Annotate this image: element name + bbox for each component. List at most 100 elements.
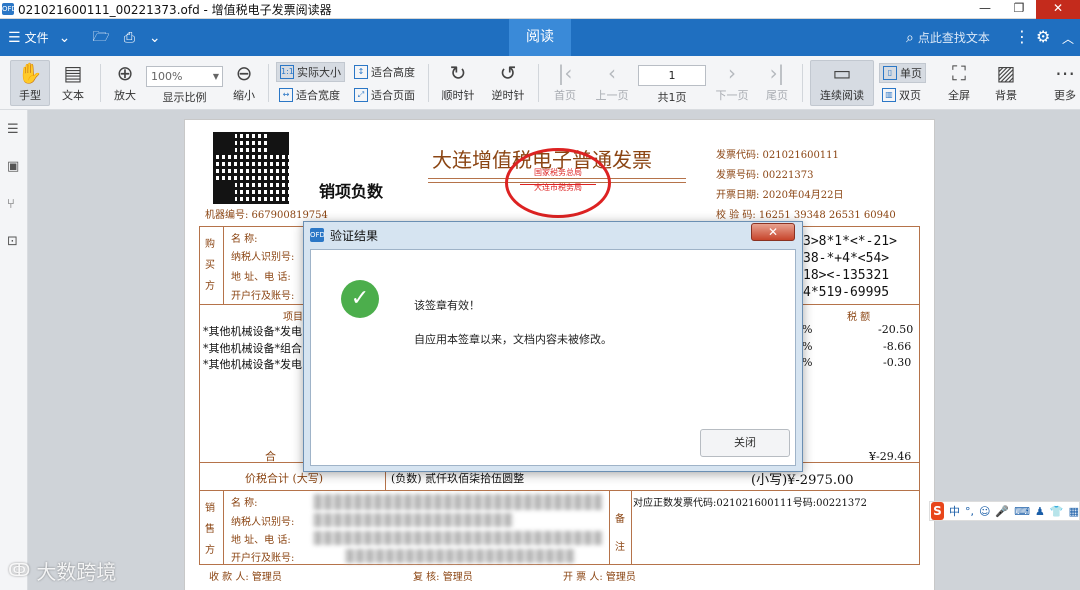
- last-page-label: 尾页: [766, 89, 788, 102]
- collapse-icon[interactable]: ︿: [1062, 30, 1074, 47]
- verification-dialog: OFD 验证结果 ✕ ✓ 该签章有效！ 自应用本签章以来，文档内容未被修改。 关…: [303, 221, 803, 472]
- search-box[interactable]: ⌕ 点此查找文本: [906, 29, 990, 46]
- zoom-ratio-label: 显示比例: [146, 89, 223, 105]
- sogou-logo-icon[interactable]: S: [931, 502, 944, 520]
- sum-text: (负数) 贰仟玖佰柒拾伍圆整: [391, 472, 525, 485]
- dialog-body: ✓ 该签章有效！ 自应用本签章以来，文档内容未被修改。 关闭: [310, 249, 796, 466]
- zoom-value: 100%: [151, 70, 183, 83]
- fit-page-button[interactable]: ⤢ 适合页面: [354, 87, 415, 103]
- fullscreen-label: 全屏: [948, 89, 970, 102]
- dialog-close-button[interactable]: 关闭: [700, 429, 790, 457]
- continuous-read-label: 连续阅读: [820, 89, 864, 102]
- dialog-app-icon: OFD: [310, 228, 325, 242]
- sum-label: 价税合计 (大写): [245, 472, 324, 485]
- gear-icon[interactable]: ⚙: [1036, 27, 1050, 46]
- more-button[interactable]: ⋯ 更多: [1050, 61, 1080, 103]
- search-icon: ⌕: [906, 29, 914, 46]
- seal-line: [520, 184, 596, 185]
- zoom-in-button[interactable]: ⊕ 放大: [109, 61, 141, 103]
- buyer-field-address: 地 址、电 话:: [231, 272, 291, 283]
- dialog-message-valid: 该签章有效！: [414, 299, 480, 312]
- search-placeholder: 点此查找文本: [917, 31, 990, 45]
- redacted-seller-info: [313, 531, 603, 545]
- prev-page-button[interactable]: ‹ 上一页: [592, 61, 632, 103]
- tab-read[interactable]: 阅读: [509, 19, 571, 56]
- chevron-right-icon: ›: [728, 61, 736, 85]
- check-code: 校 验 码: 16251 39348 26531 60940: [716, 210, 896, 221]
- actual-size-button[interactable]: 1:1 实际大小: [276, 62, 345, 82]
- rotate-ccw-button[interactable]: ↺ 逆时针: [488, 61, 528, 103]
- background-button[interactable]: ▨ 背景: [986, 61, 1026, 103]
- zoom-select[interactable]: 100% ▼: [146, 66, 223, 87]
- zoom-out-icon: ⊖: [235, 61, 253, 85]
- row-line: [199, 490, 920, 491]
- actual-size-label: 实际大小: [297, 66, 341, 79]
- user-icon[interactable]: ♟: [1035, 505, 1045, 518]
- fit-width-button[interactable]: ↔ 适合宽度: [279, 87, 340, 103]
- rotate-cw-button[interactable]: ↻ 顺时针: [438, 61, 478, 103]
- app-icon: OFD: [2, 3, 17, 15]
- keyboard-icon[interactable]: ⌨: [1014, 505, 1030, 518]
- seller-field-bank: 开户行及账号:: [231, 553, 295, 564]
- dialog-close-icon[interactable]: ✕: [751, 223, 795, 241]
- fit-height-icon: ↕: [354, 65, 368, 79]
- item-tax: -20.50: [878, 323, 914, 336]
- hand-icon: ✋: [17, 61, 43, 85]
- machine-number: 机器编号: 667900819754: [205, 210, 328, 221]
- rotate-cw-label: 顺时针: [441, 89, 475, 102]
- watermark: ↂ 大数跨境: [8, 556, 116, 585]
- zoom-in-label: 放大: [114, 89, 136, 102]
- folder-open-icon[interactable]: 🗁: [92, 26, 109, 50]
- item-row: *其他机械设备*发电: [203, 358, 302, 371]
- tax-header: 税 额: [847, 312, 871, 323]
- first-page-label: 首页: [554, 89, 576, 102]
- item-row: *其他机械设备*发电: [203, 325, 302, 338]
- single-page-icon: ▯: [883, 66, 897, 80]
- fit-height-button[interactable]: ↕ 适合高度: [354, 64, 415, 80]
- buyer-label: 购买方: [205, 239, 215, 292]
- emoji-icon[interactable]: ☺: [979, 505, 990, 518]
- hand-tool-label: 手型: [19, 89, 41, 102]
- last-page-button[interactable]: ›| 尾页: [760, 61, 794, 103]
- toolbar-separator: [100, 64, 101, 102]
- prev-page-label: 上一页: [595, 89, 629, 102]
- cipher-line: 4*519-69995: [803, 285, 890, 300]
- continuous-read-button[interactable]: ▭ 连续阅读: [810, 60, 874, 106]
- toolbar: ✋ 手型 ▤ 文本 ⊕ 放大 100% ▼ 显示比例 ⊖ 缩小 1:1 实际大小…: [0, 56, 1080, 110]
- window-close-icon[interactable]: ✕: [1036, 0, 1080, 19]
- col-line: [223, 226, 224, 304]
- ime-language-toggle[interactable]: 中: [949, 503, 960, 519]
- page-number-input[interactable]: 1: [638, 65, 706, 86]
- dropdown-icon[interactable]: ⌄: [149, 30, 161, 46]
- outline-list-icon[interactable]: ☰: [7, 122, 19, 137]
- structure-tree-icon[interactable]: ⑂: [7, 197, 15, 212]
- actual-size-icon: 1:1: [280, 65, 294, 79]
- hand-tool-button[interactable]: ✋ 手型: [10, 60, 50, 106]
- double-page-button[interactable]: ▥ 双页: [882, 87, 921, 103]
- more-vertical-icon[interactable]: ⋮: [1014, 27, 1030, 46]
- first-page-button[interactable]: |‹ 首页: [548, 61, 582, 103]
- print-icon[interactable]: ⎙: [124, 30, 135, 46]
- microphone-icon[interactable]: 🎤: [995, 505, 1009, 518]
- single-page-button[interactable]: ▯ 单页: [879, 63, 926, 83]
- toolbar-separator: [802, 64, 803, 102]
- next-page-button[interactable]: › 下一页: [712, 61, 752, 103]
- restore-icon[interactable]: ❐: [1002, 0, 1036, 19]
- buyer-field-tax-id: 纳税人识别号:: [231, 252, 295, 263]
- file-menu[interactable]: ☰ 文件 ⌄: [8, 29, 70, 46]
- zoom-out-button[interactable]: ⊖ 缩小: [228, 61, 260, 103]
- fullscreen-button[interactable]: ⛶ 全屏: [942, 61, 976, 103]
- annotation-icon[interactable]: ⊡: [7, 234, 18, 249]
- minimize-icon[interactable]: —: [968, 0, 1002, 19]
- next-page-label: 下一页: [715, 89, 749, 102]
- col-line: [609, 490, 610, 565]
- text-tool-button[interactable]: ▤ 文本: [56, 61, 90, 103]
- skin-icon[interactable]: 👕: [1050, 505, 1064, 518]
- dialog-title-bar[interactable]: OFD 验证结果: [304, 222, 802, 248]
- payee: 收 款 人: 管理员: [209, 572, 282, 583]
- punctuation-icon[interactable]: °,: [965, 505, 974, 518]
- reviewer: 复 核: 管理员: [413, 572, 473, 583]
- item-rate: %: [802, 323, 813, 336]
- thumbnail-icon[interactable]: ▣: [7, 159, 19, 174]
- grid-menu-icon[interactable]: ▦: [1069, 505, 1079, 518]
